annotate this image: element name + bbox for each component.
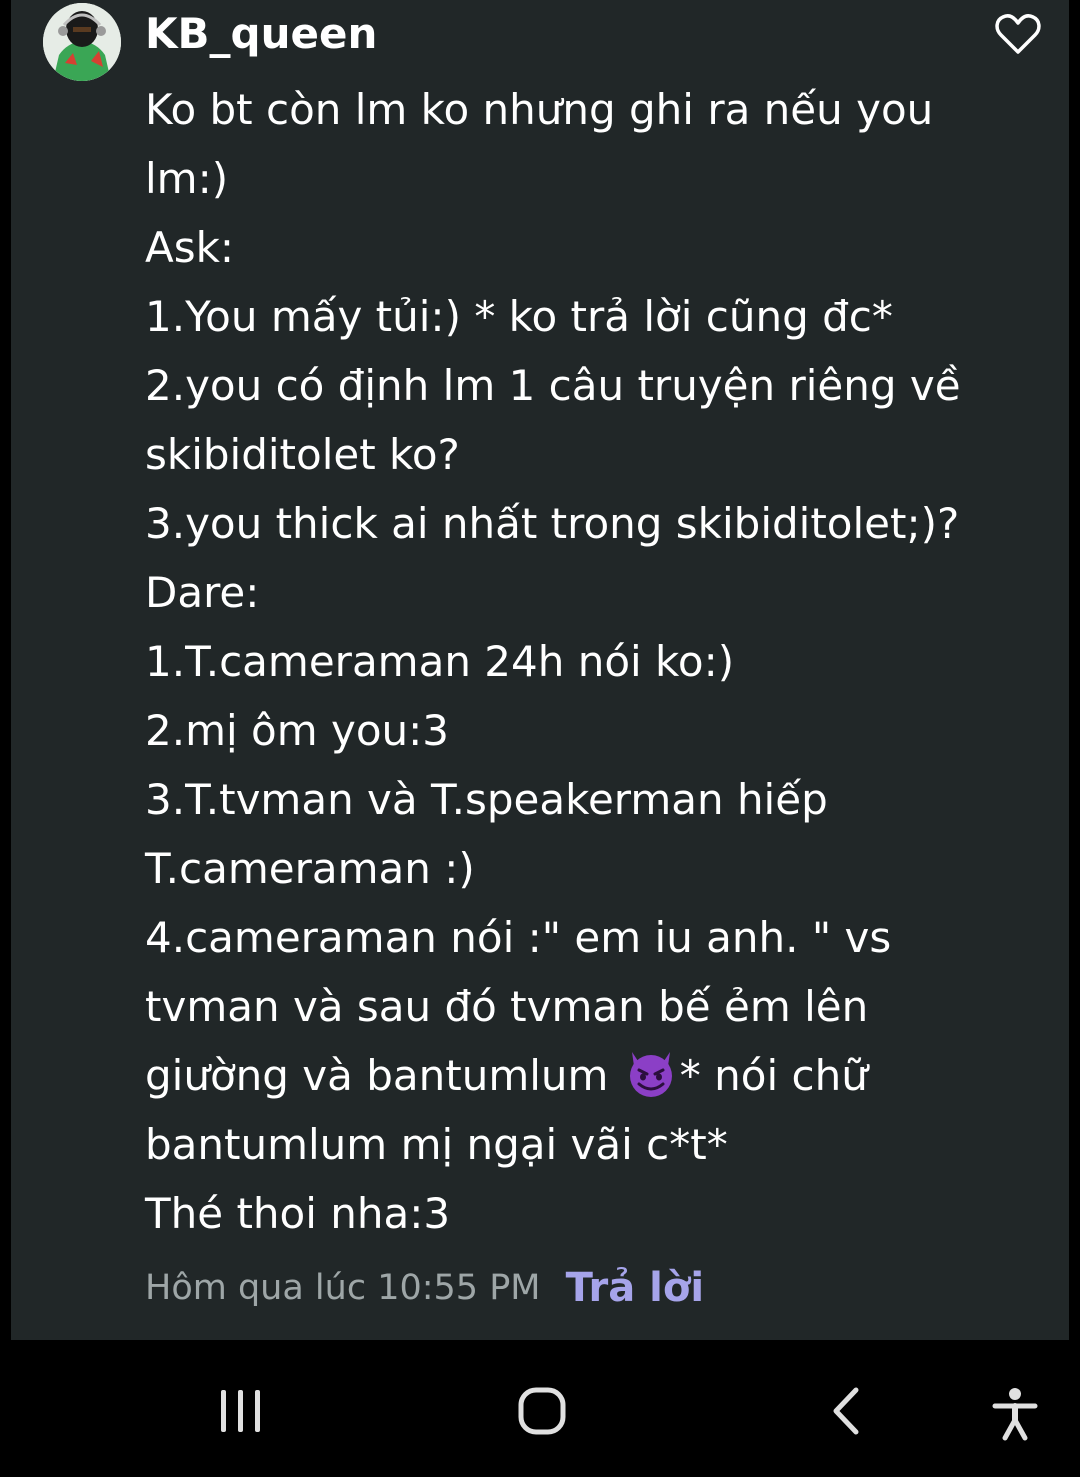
username[interactable]: KB_queen: [145, 6, 377, 62]
comment-line: 2.you có định lm 1 câu truyện riêng về: [145, 361, 961, 410]
comment-line: Ko bt còn lm ko nhưng ghi ra nếu you: [145, 85, 934, 134]
comment-line: 2.mị ôm you:3: [145, 706, 450, 755]
comment-line: Thé thoi nha:3: [145, 1189, 451, 1238]
comment-line: 3.you thick ai nhất trong skibiditolet;)…: [145, 499, 960, 548]
comment-line: tvman và sau đó tvman bế ẻm lên: [145, 982, 869, 1031]
comment-meta: Hôm qua lúc 10:55 PM Trả lời: [145, 1258, 704, 1318]
comment-line: lm:): [145, 154, 229, 203]
avatar-image: [43, 3, 121, 81]
home-button[interactable]: [487, 1352, 597, 1472]
comment-line-with-emoji: giường và bantumlum * nói chữ: [145, 1041, 1045, 1110]
home-icon: [518, 1387, 566, 1435]
comment-line: 4.cameraman nói :" em iu anh. " vs: [145, 913, 892, 962]
back-chevron-icon: [833, 1387, 859, 1435]
system-navigation-bar: [0, 1352, 1080, 1477]
comment-line: 3.T.tvman và T.speakerman hiếp: [145, 775, 828, 824]
comment-text: * nói chữ: [679, 1051, 868, 1100]
avatar[interactable]: [43, 3, 121, 81]
timestamp: Hôm qua lúc 10:55 PM: [145, 1268, 541, 1308]
comment-body: Ko bt còn lm ko nhưng ghi ra nếu you lm:…: [145, 75, 1045, 1248]
comment-line: Ask:: [145, 223, 235, 272]
comment-text: giường và bantumlum: [145, 1051, 622, 1100]
comment-line: bantumlum mị ngại vãi c*t*: [145, 1120, 728, 1169]
comment-line: T.cameraman :): [145, 844, 475, 893]
comment-line: Dare:: [145, 568, 260, 617]
comment-line: 1.You mấy tủi:) * ko trả lời cũng đc*: [145, 292, 893, 341]
like-button[interactable]: [994, 12, 1042, 56]
smiling-devil-emoji-icon: [629, 1052, 672, 1097]
back-button[interactable]: [790, 1352, 900, 1472]
comment-line: skibiditolet ko?: [145, 430, 460, 479]
comment-line: 1.T.cameraman 24h nói ko:): [145, 637, 735, 686]
accessibility-button[interactable]: [960, 1352, 1070, 1472]
reply-button[interactable]: Trả lời: [566, 1265, 704, 1311]
recent-apps-button[interactable]: [186, 1352, 296, 1472]
recent-apps-icon: [221, 1390, 260, 1432]
accessibility-icon: [992, 1388, 1038, 1441]
heart-outline-icon: [995, 14, 1041, 54]
